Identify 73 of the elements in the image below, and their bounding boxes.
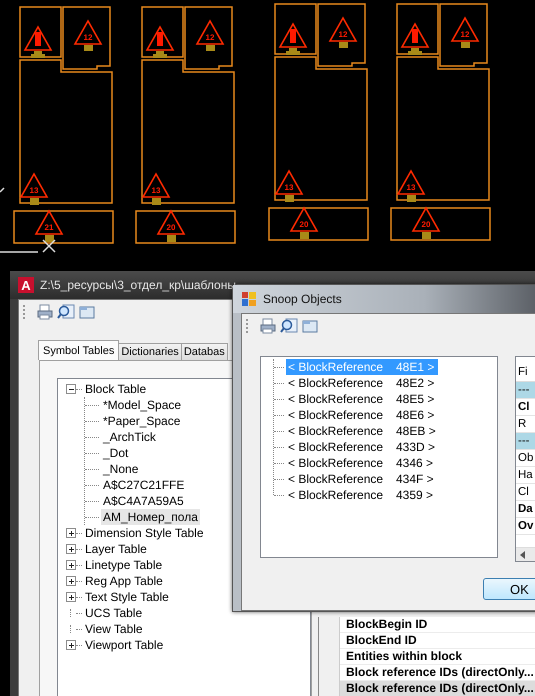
window-icon[interactable] [301, 318, 319, 334]
tag-number: 20 [166, 223, 176, 232]
expander-icon[interactable] [66, 384, 76, 394]
grid-row[interactable]: Cl [516, 399, 535, 416]
tag-number: 20 [422, 220, 430, 229]
grid-row[interactable]: Ob [516, 450, 535, 467]
tag-number: 21 [44, 223, 54, 232]
expander-icon[interactable] [66, 544, 76, 554]
scroll-left-icon[interactable] [520, 550, 526, 558]
search-icon[interactable] [280, 318, 298, 334]
tree-item[interactable]: Text Style Table [83, 589, 171, 605]
tree-item[interactable]: View Table [83, 621, 145, 637]
tree-item[interactable]: Layer Table [83, 541, 149, 557]
tab[interactable]: Databas [180, 343, 228, 360]
window-icon[interactable] [78, 304, 96, 320]
expander-icon[interactable] [66, 560, 76, 570]
tree-item[interactable]: < BlockReference 4346 > [286, 455, 438, 471]
tree-item[interactable]: *Paper_Space [101, 413, 182, 429]
tree-item[interactable]: UCS Table [83, 605, 144, 621]
tree-item[interactable]: _Dot [101, 445, 130, 461]
tab[interactable]: Symbol Tables [38, 340, 120, 360]
ok-button[interactable]: OK [483, 578, 535, 600]
tree-item[interactable]: Dimension Style Table [83, 525, 206, 541]
grid-row[interactable]: --- [516, 433, 535, 450]
scroll-bar[interactable] [516, 547, 535, 561]
tag-number: 12 [460, 30, 470, 39]
tree-item[interactable]: < BlockReference 434F > [286, 471, 438, 487]
tree-item[interactable]: Reg App Table [83, 573, 165, 589]
tree-item[interactable]: _None [101, 461, 140, 477]
property-row[interactable]: BlockEnd ID [340, 633, 535, 649]
property-row[interactable]: BlockBegin ID [340, 617, 535, 633]
window-title: Snoop Objects [263, 292, 342, 306]
search-icon[interactable] [57, 304, 75, 320]
grid-row[interactable]: --- [516, 382, 535, 399]
tag-number: 20 [300, 220, 308, 229]
grid-row[interactable]: Cl [516, 484, 535, 501]
tree-item[interactable]: < BlockReference 48E6 > [286, 407, 438, 423]
grid-row[interactable]: Ov [516, 518, 535, 535]
tree-item[interactable]: Viewport Table [83, 637, 166, 653]
expander-icon[interactable] [66, 528, 76, 538]
app-logo: A [18, 277, 34, 293]
tree-item[interactable]: Linetype Table [83, 557, 164, 573]
expander-icon[interactable] [66, 592, 76, 602]
app-icon [241, 291, 257, 307]
tag-number: 12 [84, 33, 92, 42]
tree-item[interactable]: A$C27C21FFE [101, 477, 186, 493]
printer-icon[interactable] [259, 318, 277, 334]
tag-number: 12 [206, 33, 214, 42]
tree-item[interactable]: < BlockReference 433D > [286, 439, 440, 455]
property-row[interactable]: Block reference IDs (directOnly... [340, 681, 535, 696]
tree-item[interactable]: < BlockReference 48E2 > [286, 375, 438, 391]
tree-item[interactable]: AM_Номер_пола [101, 509, 200, 525]
tree-item[interactable]: < BlockReference 4359 > [286, 487, 438, 503]
tag-number: 13 [30, 186, 38, 195]
tree-item[interactable]: < BlockReference 48EB > [286, 423, 440, 439]
expander-icon[interactable] [66, 576, 76, 586]
tree-item[interactable]: A$C4A7A59A5 [101, 493, 186, 509]
tag-number: 12 [338, 30, 348, 39]
grid-row[interactable]: Ha [516, 467, 535, 484]
window-title: Z:\5_ресурсы\3_отдел_кр\шаблоны [40, 278, 236, 292]
tag-number: 13 [406, 183, 416, 192]
expander-icon[interactable] [66, 640, 76, 650]
tree-item[interactable]: *Model_Space [101, 397, 184, 413]
tag-number: 13 [284, 183, 294, 192]
printer-icon[interactable] [36, 304, 54, 320]
property-row[interactable]: Entities within block [340, 649, 535, 665]
grid-row[interactable]: Da [516, 501, 535, 518]
tree-item[interactable]: Block Table [83, 381, 148, 397]
tree-item[interactable]: _ArchTick [101, 429, 158, 445]
tab[interactable]: Dictionaries [118, 343, 182, 360]
tag-number: 13 [152, 186, 160, 195]
ucs-icon [0, 187, 56, 253]
tree-item[interactable]: < BlockReference 48E5 > [286, 391, 438, 407]
